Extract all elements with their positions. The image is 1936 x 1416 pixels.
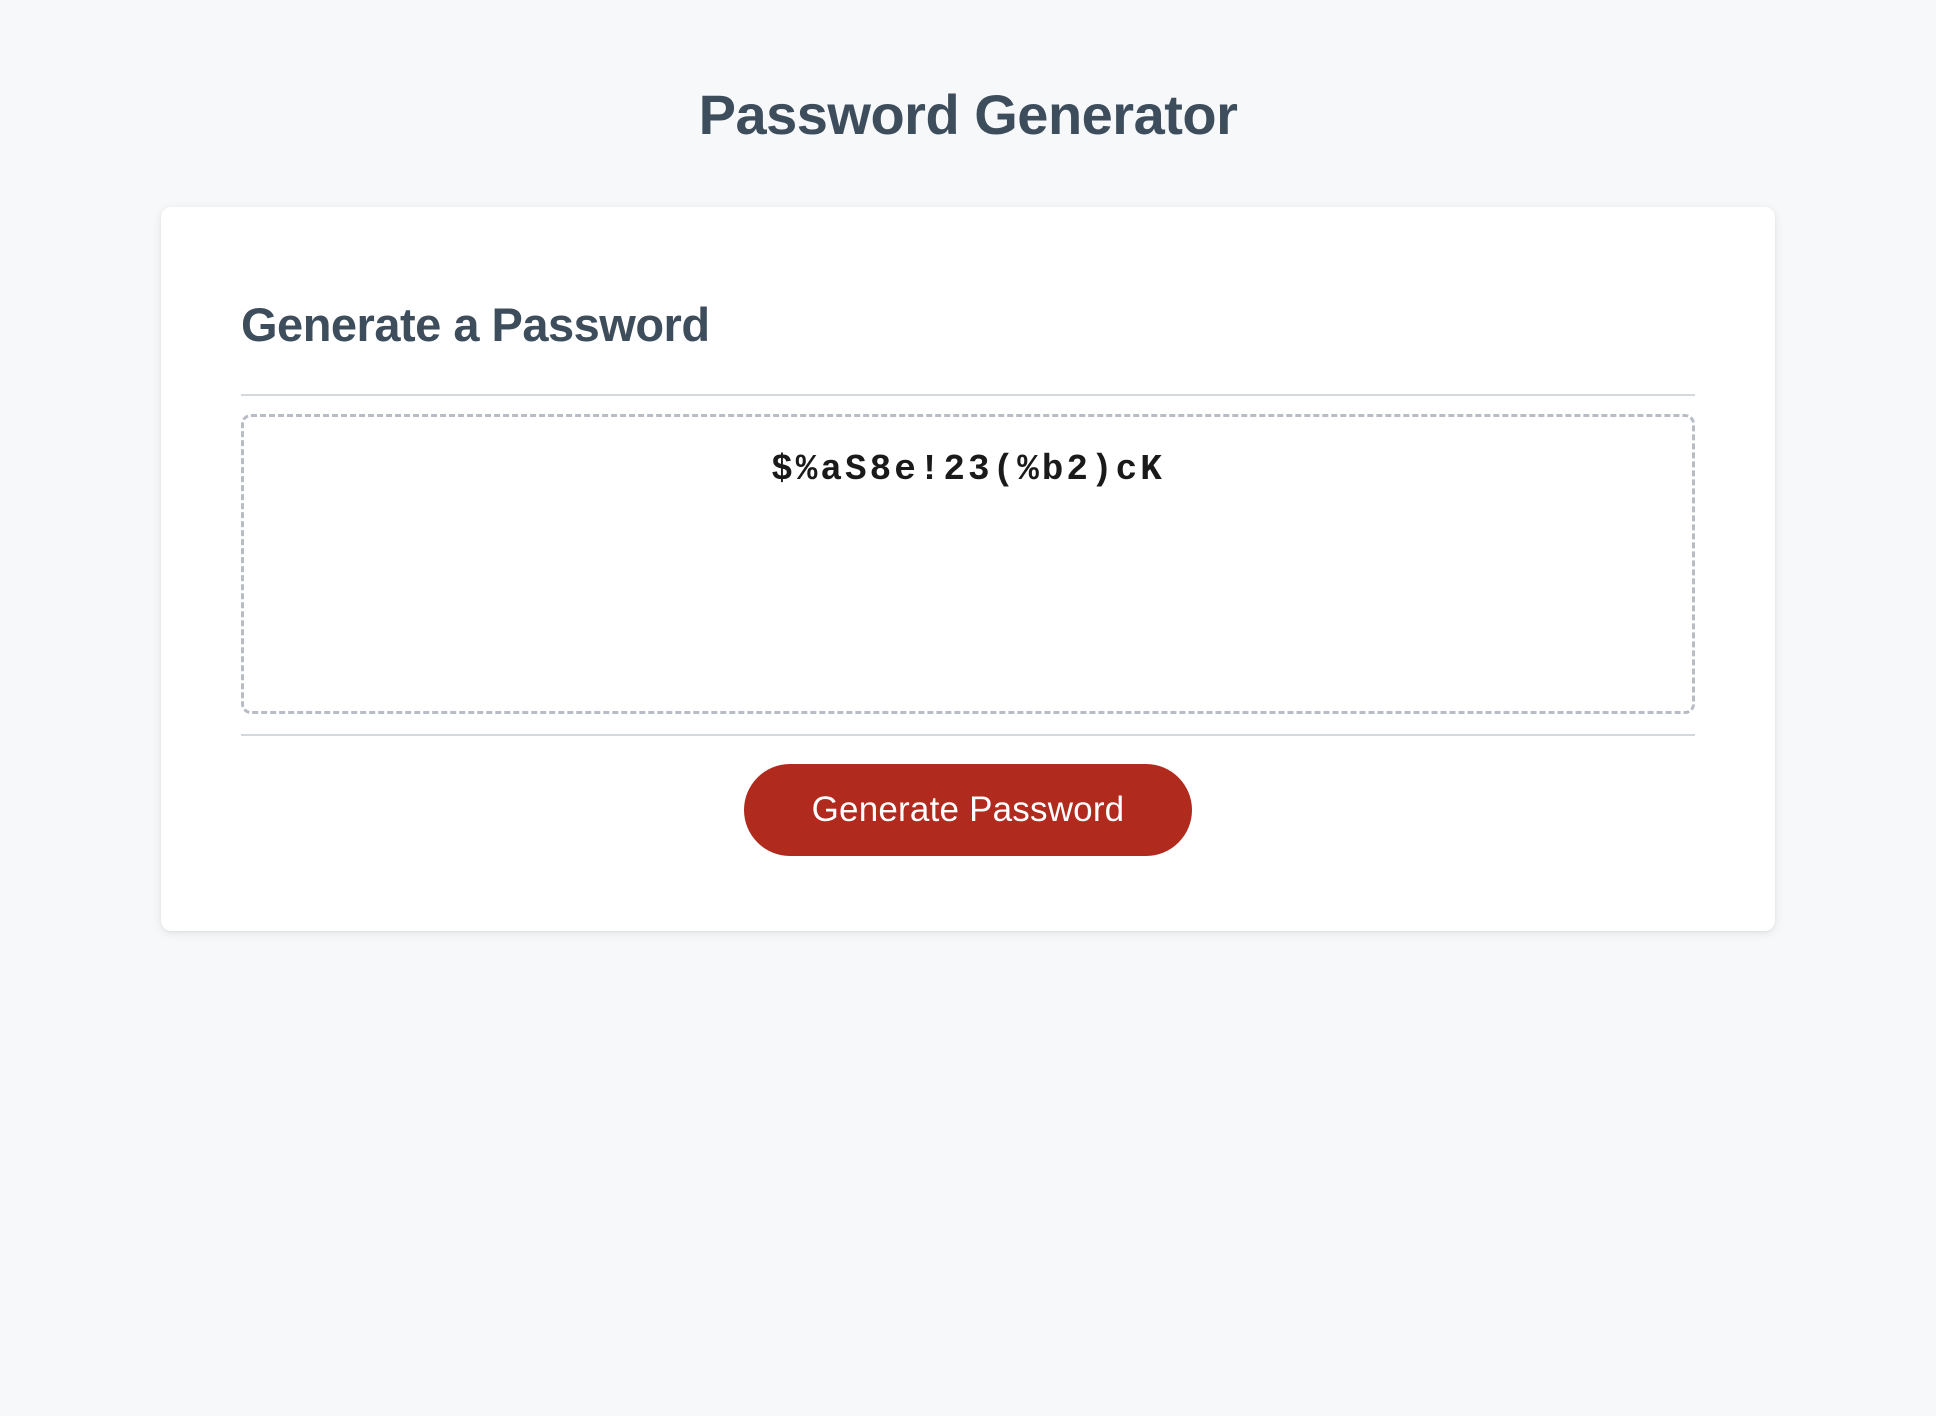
password-value: $%aS8e!23(%b2)cK <box>771 449 1165 490</box>
button-row: Generate Password <box>241 764 1695 856</box>
generate-password-button[interactable]: Generate Password <box>744 764 1193 856</box>
page-title: Password Generator <box>0 0 1936 207</box>
card-heading: Generate a Password <box>241 297 1695 352</box>
divider-top <box>241 394 1695 396</box>
divider-bottom <box>241 734 1695 736</box>
generator-card: Generate a Password $%aS8e!23(%b2)cK Gen… <box>161 207 1775 931</box>
password-display-box: $%aS8e!23(%b2)cK <box>241 414 1695 714</box>
